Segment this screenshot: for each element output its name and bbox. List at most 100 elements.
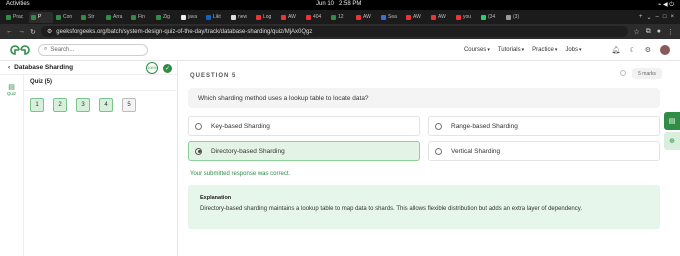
avatar[interactable] — [660, 44, 670, 55]
bookmark-circle-icon[interactable] — [620, 70, 626, 76]
notification-bell-icon[interactable]: 🔔︎ — [612, 46, 621, 54]
tab-label: Log — [263, 14, 272, 20]
browser-tab[interactable]: AW — [279, 12, 303, 23]
question-panel: QUESTION 5 5 marks Which sharding method… — [178, 61, 680, 256]
tab-list-icon[interactable]: ⌄ — [646, 14, 651, 21]
question-nav-3[interactable]: 3 — [76, 98, 90, 112]
browser-tab[interactable]: Fin — [129, 12, 153, 23]
option-range-based[interactable]: Range-based Sharding — [428, 116, 660, 136]
option-label: Directory-based Sharding — [211, 147, 285, 155]
marks-badge: 5 marks — [632, 68, 662, 79]
option-label: Key-based Sharding — [211, 122, 270, 130]
radio-icon[interactable] — [435, 147, 442, 155]
search-input[interactable]: ⌕ Search... — [38, 43, 148, 56]
profile-icon[interactable]: ● — [657, 28, 661, 36]
browser-tab[interactable]: 404 — [304, 12, 328, 23]
browser-tab[interactable]: Likt — [204, 12, 228, 23]
chevron-left-icon[interactable]: ‹ — [8, 64, 10, 71]
rail-quiz[interactable]: ▤ Quiz — [4, 83, 20, 96]
tab-label: you — [463, 14, 472, 20]
course-title: Database Sharding — [14, 64, 74, 71]
browser-tab[interactable]: Arra — [104, 12, 128, 23]
tab-label: 12 — [338, 14, 344, 20]
option-key-based[interactable]: Key-based Sharding — [188, 116, 420, 136]
progress-ring: 100% — [146, 62, 158, 74]
tab-favicon-icon — [6, 14, 11, 20]
tab-label: Fin — [138, 14, 145, 20]
settings-gear-icon[interactable]: ⚙ — [645, 46, 651, 54]
tab-label: Str — [88, 14, 95, 20]
nav-practice[interactable]: Practice▾ — [532, 47, 557, 53]
forward-icon[interactable]: → — [18, 28, 25, 35]
back-icon[interactable]: ← — [6, 28, 13, 35]
browser-tab[interactable]: (34 — [479, 12, 503, 23]
nav-jobs[interactable]: Jobs▾ — [565, 47, 581, 53]
reload-icon[interactable]: ↻ — [30, 28, 36, 36]
question-nav-1[interactable]: 1 — [30, 98, 44, 112]
nav-courses[interactable]: Courses▾ — [464, 47, 490, 53]
tab-label: P — [38, 14, 42, 20]
clock[interactable]: Jun 10 2:58 PM — [316, 1, 361, 7]
tab-favicon-icon — [331, 14, 336, 20]
tab-favicon-icon — [81, 14, 86, 20]
bookmark-star-icon[interactable]: ☆ — [633, 28, 639, 36]
radio-icon[interactable] — [435, 122, 442, 130]
browser-tab[interactable]: AW — [429, 12, 453, 23]
browser-tab[interactable]: P — [29, 11, 53, 23]
new-tab-icon[interactable]: + — [639, 14, 643, 21]
tab-favicon-icon — [281, 14, 286, 20]
tab-favicon-icon — [506, 14, 511, 20]
browser-tab[interactable]: Log — [254, 12, 278, 23]
option-vertical[interactable]: Vertical Sharding — [428, 141, 660, 161]
tab-favicon-icon — [406, 14, 411, 20]
tab-label: new — [238, 14, 248, 20]
question-nav: 1 2 3 4 5 — [30, 98, 136, 112]
browser-tab[interactable]: Zig — [154, 12, 178, 23]
browser-tab[interactable]: java — [179, 12, 203, 23]
explanation-text: Directory-based sharding maintains a loo… — [200, 206, 582, 212]
nav-tutorials[interactable]: Tutorials▾ — [498, 47, 524, 53]
site-info-icon[interactable]: ⚙ — [47, 28, 52, 35]
side-rail: ▤ Quiz — [0, 75, 24, 256]
question-nav-2[interactable]: 2 — [53, 98, 67, 112]
radio-icon[interactable] — [195, 122, 202, 130]
question-nav-5[interactable]: 5 — [122, 98, 136, 112]
option-directory-based[interactable]: Directory-based Sharding — [188, 141, 420, 161]
browser-tab[interactable]: Sea — [379, 12, 403, 23]
tab-favicon-icon — [156, 14, 161, 20]
browser-tab[interactable]: AW — [404, 12, 428, 23]
gfg-logo[interactable] — [10, 44, 30, 56]
activities-button[interactable]: Activities — [6, 1, 30, 7]
browser-tab[interactable]: AW — [354, 12, 378, 23]
tab-label: Sea — [388, 14, 397, 20]
minimize-icon[interactable]: – — [656, 14, 659, 21]
browser-tab[interactable]: 12 — [329, 12, 353, 23]
browser-tab[interactable]: Str — [79, 12, 103, 23]
theme-toggle-icon[interactable]: ☾ — [629, 46, 635, 54]
add-note-icon[interactable]: ⊕ — [664, 132, 680, 150]
browser-tab[interactable]: Prac — [4, 12, 28, 23]
search-placeholder: Search... — [50, 46, 75, 53]
tab-favicon-icon — [206, 14, 211, 20]
notes-icon[interactable]: ▤ — [664, 112, 680, 130]
extensions-icon[interactable]: ⧉ — [646, 28, 651, 36]
browser-tab[interactable]: you — [454, 12, 478, 23]
window-controls: + ⌄ – □ × — [639, 14, 680, 21]
maximize-icon[interactable]: □ — [663, 14, 667, 21]
browser-tab[interactable]: Con — [54, 12, 78, 23]
url-text: geeksforgeeks.org/batch/system-design-qu… — [56, 28, 313, 35]
url-field[interactable]: ⚙ geeksforgeeks.org/batch/system-design-… — [40, 26, 629, 37]
option-label: Range-based Sharding — [451, 122, 518, 130]
browser-tab[interactable]: new — [229, 12, 253, 23]
course-sidebar: ‹ Database Sharding 100% ✓ ▤ Quiz Quiz (… — [0, 61, 178, 256]
close-icon[interactable]: × — [670, 14, 674, 21]
floating-actions: ▤ ⊕ — [664, 112, 680, 152]
system-tray[interactable]: ⌁ ◀ ⏻ — [658, 1, 674, 9]
browser-tab[interactable]: (3) — [504, 12, 528, 23]
question-nav-4[interactable]: 4 — [99, 98, 113, 112]
tab-favicon-icon — [431, 14, 436, 20]
complete-check-icon[interactable]: ✓ — [163, 64, 172, 73]
tab-favicon-icon — [56, 14, 61, 20]
radio-selected-icon[interactable] — [195, 147, 202, 155]
browser-menu-icon[interactable]: ⋮ — [667, 28, 674, 36]
